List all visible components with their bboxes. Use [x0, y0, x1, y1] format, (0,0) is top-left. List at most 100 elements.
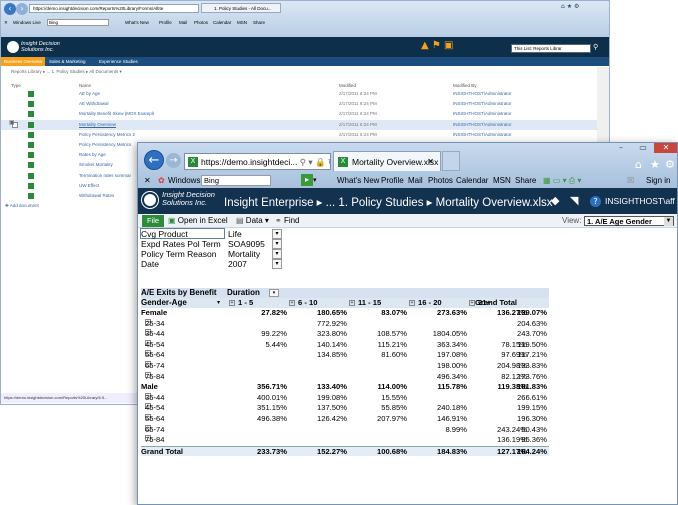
document-row[interactable]: AE Withdrawal 2/17/2011 6:24 PM INSIGHTHOS…	[1, 99, 609, 109]
pivot-column-header[interactable]: +11 - 15	[349, 298, 381, 308]
find-button[interactable]: ⚭ Find	[275, 214, 300, 228]
windows-live-link[interactable]: Windows Live	[13, 18, 41, 28]
document-name-link[interactable]: Mortality Benefit Skew (MOX Example)	[79, 109, 154, 119]
pivot-cell: 273.63%	[437, 308, 467, 317]
address-bar[interactable]: Xhttps://demo.insightdeci... ⚲ ▾ 🔒 ↻ ✕	[184, 153, 331, 170]
column-filter-icon[interactable]: ▾	[269, 289, 279, 297]
pivot-cell: 363.34%	[437, 339, 467, 349]
fav-link-mail[interactable]: Mail	[179, 18, 187, 28]
fav-link-photos[interactable]: Photos	[194, 18, 208, 28]
forward-arrow-icon[interactable]: →	[166, 153, 181, 168]
search-go-icon[interactable]: ▸	[301, 174, 313, 186]
column-header-modified[interactable]: Modified	[339, 83, 356, 88]
maximize-icon[interactable]: ▭	[632, 143, 654, 153]
pivot-column-header[interactable]: Grand Total	[475, 298, 517, 308]
document-name-link[interactable]: Policy Persistency Metrics 2	[79, 130, 154, 140]
filter-dropdown-icon[interactable]: ▾	[272, 259, 282, 269]
address-controls-icon[interactable]: ⚲ ▾ 🔒 ↻ ✕	[300, 157, 330, 167]
expand-icon[interactable]: +	[289, 300, 295, 306]
gear-icon[interactable]: ⚙	[665, 158, 675, 171]
nav-experience-studies[interactable]: Experience Studies	[99, 57, 138, 66]
fav-link-calendar[interactable]: Calendar	[456, 173, 488, 188]
tag-icon[interactable]: ◆	[551, 194, 559, 207]
column-header-modified-by[interactable]: Modified By	[453, 83, 477, 88]
column-header-type[interactable]: Type	[11, 83, 21, 88]
document-name-link[interactable]: AE Withdrawal	[79, 99, 154, 109]
site-actions-icon[interactable]: ▲ ⚑ ▣	[421, 40, 453, 51]
browser-tab-mortality-overview[interactable]: X Mortality Overview.xlsx ✕	[333, 151, 441, 171]
add-document-link[interactable]: ✚ Add document	[5, 203, 39, 209]
forward-arrow-icon[interactable]: ›	[16, 3, 28, 15]
fav-link-msn[interactable]: MSN	[237, 18, 247, 28]
company-logo-icon	[142, 192, 158, 208]
modified-by-link[interactable]: INSIGHTHOST\Administrator	[453, 89, 512, 99]
document-row[interactable]: Mortality Overview 2/17/2011 6:24 PM INSIG…	[1, 119, 609, 130]
fav-link-profile[interactable]: Profile	[381, 173, 404, 188]
help-icon[interactable]: ?	[590, 196, 601, 207]
home-icon[interactable]: ⌂	[635, 158, 642, 171]
fav-link-whats-new[interactable]: What's New	[125, 18, 149, 28]
notes-icon[interactable]: ◥	[570, 194, 578, 207]
home-icon[interactable]: ⌂ ★ ⚙	[561, 3, 579, 10]
back-arrow-icon[interactable]: ‹	[4, 3, 16, 15]
document-row[interactable]: AE by Age 2/17/2011 6:24 PM INSIGHTHOST\Ad…	[1, 89, 609, 99]
user-menu[interactable]: INSIGHTHOST\aff ▾	[605, 196, 677, 207]
nav-business-overview[interactable]: Business Overview	[1, 57, 46, 66]
fav-link-whats-new[interactable]: What's New	[337, 173, 379, 188]
favorites-star-icon[interactable]: ★	[650, 158, 660, 171]
expand-icon[interactable]: +	[409, 300, 415, 306]
pivot-column-header[interactable]: +6 - 10	[289, 298, 317, 308]
modified-by-link[interactable]: INSIGHTHOST\Administrator	[453, 130, 512, 140]
bing-search-box[interactable]: Bing	[201, 175, 271, 186]
excel-icon: ▣	[168, 216, 176, 225]
search-icon[interactable]: ⚲	[593, 43, 598, 51]
fav-link-share[interactable]: Share	[253, 18, 265, 28]
browser-tab[interactable]: 1. Policy Studies - All Docu...	[201, 3, 281, 13]
pivot-row: Grand Total 233.73% 152.27% 100.68% 184.83% 1…	[141, 445, 549, 457]
pivot-row: +65-74 8.99% 243.24% 50.43%	[145, 424, 547, 434]
view-select[interactable]: 1. A/E Age Gender ▼	[584, 216, 674, 226]
expand-icon[interactable]: +	[229, 300, 235, 306]
address-bar[interactable]: https://demo.insightdecision.com/Reports…	[29, 4, 199, 13]
fav-link-calendar[interactable]: Calendar	[213, 18, 231, 28]
close-icon[interactable]: ✕	[4, 18, 8, 28]
toolbar-icons[interactable]: ▦ ▭ ▾ ⎙ ▾	[543, 173, 581, 188]
row-filter-icon[interactable]: ▾	[217, 298, 220, 308]
expand-icon[interactable]: +	[349, 300, 355, 306]
item-menu-icon[interactable]: ▣	[9, 119, 15, 126]
data-menu-button[interactable]: ▤ Data ▾	[236, 214, 269, 228]
pivot-column-header[interactable]: +16 - 20	[409, 298, 442, 308]
document-name-link[interactable]: AE by Age	[79, 89, 154, 99]
fav-link-mail[interactable]: Mail	[408, 173, 423, 188]
document-row[interactable]: Policy Persistency Metrics 2 2/17/2011 6:…	[1, 130, 609, 140]
app-breadcrumb-title[interactable]: Insight Enterprise ▸ ... 1. Policy Studi…	[224, 195, 553, 209]
fav-link-share[interactable]: Share	[515, 173, 536, 188]
column-header-name[interactable]: Name	[79, 83, 91, 88]
fav-link-msn[interactable]: MSN	[493, 173, 511, 188]
bing-search-box[interactable]: Bing	[47, 19, 109, 26]
dropdown-arrow-icon[interactable]: ▾	[313, 173, 317, 188]
sign-in-link[interactable]: Sign in	[646, 173, 670, 188]
modified-by-link[interactable]: INSIGHTHOST\Administrator	[453, 109, 512, 119]
file-button[interactable]: File	[142, 215, 164, 227]
modified-by-link[interactable]: INSIGHTHOST\Administrator	[453, 99, 512, 109]
document-name-link[interactable]: Mortality Overview	[79, 120, 154, 130]
new-tab-button[interactable]	[442, 151, 460, 171]
breadcrumb[interactable]: Reports Library ▸ ... 1. Policy Studies …	[11, 69, 122, 75]
fav-link-profile[interactable]: Profile	[159, 18, 172, 28]
back-arrow-icon[interactable]: ←	[144, 150, 164, 170]
modified-by-link[interactable]: INSIGHTHOST\Administrator	[453, 120, 512, 130]
close-window-icon[interactable]: ✕	[654, 143, 677, 153]
filter-dropdown-icon[interactable]: ▾	[272, 249, 282, 259]
fav-link-photos[interactable]: Photos	[428, 173, 453, 188]
filter-dropdown-icon[interactable]: ▾	[272, 229, 282, 239]
minimize-icon[interactable]: –	[610, 143, 632, 153]
document-row[interactable]: Mortality Benefit Skew (MOX Example) 2/17…	[1, 109, 609, 119]
close-tab-icon[interactable]: ✕	[427, 152, 434, 172]
list-search-input[interactable]: This List: Reports Librar	[511, 44, 591, 53]
filter-dropdown-icon[interactable]: ▾	[272, 239, 282, 249]
open-in-excel-button[interactable]: ▣ Open in Excel	[168, 214, 228, 228]
close-icon[interactable]: ✕	[144, 173, 151, 188]
nav-sales-marketing[interactable]: Sales & Marketing	[49, 57, 86, 66]
pivot-column-header[interactable]: +1 - 5	[229, 298, 253, 308]
